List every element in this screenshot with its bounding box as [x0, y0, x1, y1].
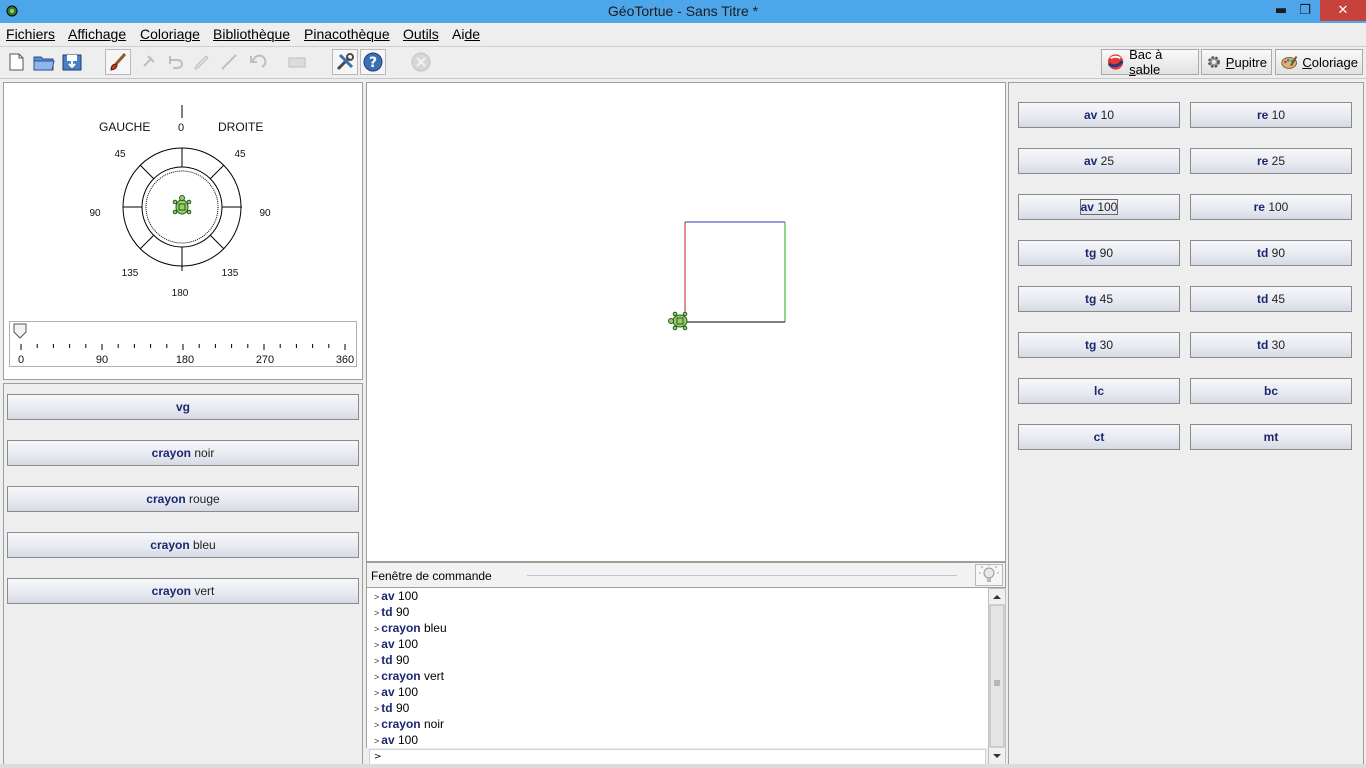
brush-icon[interactable] [105, 49, 131, 75]
button-crayon-vert[interactable]: crayon vert [7, 578, 359, 604]
history-line: > av 100 [374, 685, 418, 699]
stop-icon [408, 49, 434, 75]
window-title: GéoTortue - Sans Titre * [607, 3, 759, 19]
compass-135-right-label: 135 [222, 268, 239, 279]
tab-bac-a-sable[interactable]: Bac à sable [1101, 47, 1199, 77]
compass-droite-label: DROITE [218, 120, 263, 134]
button-td-30[interactable]: td 30 [1190, 332, 1352, 358]
command-input[interactable]: > [369, 749, 986, 765]
button-re-25[interactable]: re 25 [1190, 148, 1352, 174]
turtle-compass-icon [172, 195, 192, 215]
button-bc[interactable]: bc [1190, 378, 1352, 404]
history-scrollbar[interactable] [988, 588, 1006, 765]
pupitre-right-panel: av 10 re 10 av 25 re 25 av 100 re 100 tg… [1008, 82, 1364, 766]
slider-label-90: 90 [96, 354, 108, 366]
history-line: > crayon noir [374, 717, 444, 731]
slider-label-180: 180 [176, 354, 194, 366]
menu-outils[interactable]: Outils [403, 26, 439, 42]
menu-aide[interactable]: Aide [452, 26, 480, 42]
button-ct[interactable]: ct [1018, 424, 1180, 450]
button-crayon-noir[interactable]: crayon noir [7, 440, 359, 466]
slider-label-270: 270 [256, 354, 274, 366]
lightbulb-icon[interactable] [975, 564, 1003, 586]
history-line: > crayon vert [374, 669, 444, 683]
button-crayon-bleu[interactable]: crayon bleu [7, 532, 359, 558]
back-icon [244, 49, 270, 75]
palette-icon [1281, 56, 1298, 69]
scroll-down-icon[interactable] [993, 754, 1001, 758]
command-window-header: Fenêtre de commande [366, 562, 1006, 588]
pin-icon [135, 49, 161, 75]
scroll-up-icon[interactable] [993, 595, 1001, 599]
compass-90-right-label: 90 [259, 208, 271, 219]
button-av-100[interactable]: av 100 [1018, 194, 1180, 220]
tab-pupitre[interactable]: Pupitre [1201, 49, 1272, 75]
orientation-compass-panel: GAUCHE DROITE 0 45 45 90 90 135 135 180 [3, 82, 363, 380]
button-tg-90[interactable]: tg 90 [1018, 240, 1180, 266]
gear-icon [1207, 56, 1220, 68]
pupitre-left-panel: vg crayon noir crayon rouge crayon bleu … [3, 383, 363, 766]
menu-fichiers[interactable]: Fichiers [6, 26, 55, 42]
history-line: > td 90 [374, 701, 410, 715]
close-button[interactable]: ✕ [1320, 0, 1366, 21]
button-tg-45[interactable]: tg 45 [1018, 286, 1180, 312]
restore-button[interactable]: ❐ [1292, 0, 1318, 21]
button-vg[interactable]: vg [7, 394, 359, 420]
history-line: > av 100 [374, 589, 418, 603]
open-folder-icon[interactable] [31, 49, 57, 75]
compass-gauche-label: GAUCHE [99, 120, 150, 134]
command-history: > av 100 > td 90 > crayon bleu > av 100 > td … [366, 588, 988, 748]
button-av-25[interactable]: av 25 [1018, 148, 1180, 174]
title-bar: GéoTortue - Sans Titre * ▬ ❐ ✕ [0, 0, 1366, 23]
ball-icon [1107, 54, 1124, 70]
compass-45-right-label: 45 [234, 149, 246, 160]
toolbar: ? Bac à sable Pupitre Coloriage [0, 47, 1366, 79]
angle-slider[interactable]: 0 90 180 270 360 [9, 321, 357, 367]
button-re-10[interactable]: re 10 [1190, 102, 1352, 128]
help-icon[interactable]: ? [360, 49, 386, 75]
slider-label-0: 0 [18, 354, 24, 366]
history-line: > td 90 [374, 653, 410, 667]
eraser-icon [284, 49, 310, 75]
compass-90-left-label: 90 [89, 208, 101, 219]
button-mt[interactable]: mt [1190, 424, 1352, 450]
menu-affichage[interactable]: Affichage [68, 26, 126, 42]
button-lc[interactable]: lc [1018, 378, 1180, 404]
menu-pinacotheque[interactable]: Pinacothèque [304, 26, 390, 42]
button-re-100[interactable]: re 100 [1190, 194, 1352, 220]
button-tg-30[interactable]: tg 30 [1018, 332, 1180, 358]
slider-thumb[interactable] [13, 323, 27, 339]
tab-coloriage[interactable]: Coloriage [1275, 49, 1363, 75]
undo-icon [162, 49, 188, 75]
history-line: > av 100 [374, 637, 418, 651]
pencil-icon [189, 49, 215, 75]
button-crayon-rouge[interactable]: crayon rouge [7, 486, 359, 512]
button-av-10[interactable]: av 10 [1018, 102, 1180, 128]
command-window-title: Fenêtre de commande [371, 569, 492, 583]
history-line: > td 90 [374, 605, 410, 619]
drawing-canvas[interactable] [366, 82, 1006, 562]
save-icon[interactable] [59, 49, 85, 75]
line-icon [216, 49, 242, 75]
menu-bar: Fichiers Affichage Coloriage Bibliothèqu… [0, 23, 1366, 47]
status-strip [0, 764, 1366, 768]
compass-180-label: 180 [172, 288, 189, 299]
compass-135-left-label: 135 [122, 268, 139, 279]
button-td-90[interactable]: td 90 [1190, 240, 1352, 266]
history-line: > crayon bleu [374, 621, 447, 635]
compass-0-label: 0 [178, 122, 184, 134]
slider-label-360: 360 [336, 354, 354, 366]
svg-text:?: ? [369, 55, 377, 71]
turtle-icon [668, 311, 688, 331]
menu-coloriage[interactable]: Coloriage [140, 26, 200, 42]
history-line: > av 100 [374, 733, 418, 747]
compass-45-left-label: 45 [114, 149, 126, 160]
new-file-icon[interactable] [3, 49, 29, 75]
menu-bibliotheque[interactable]: Bibliothèque [213, 26, 290, 42]
tools-icon[interactable] [332, 49, 358, 75]
minimize-button[interactable]: ▬ [1268, 0, 1294, 21]
button-td-45[interactable]: td 45 [1190, 286, 1352, 312]
